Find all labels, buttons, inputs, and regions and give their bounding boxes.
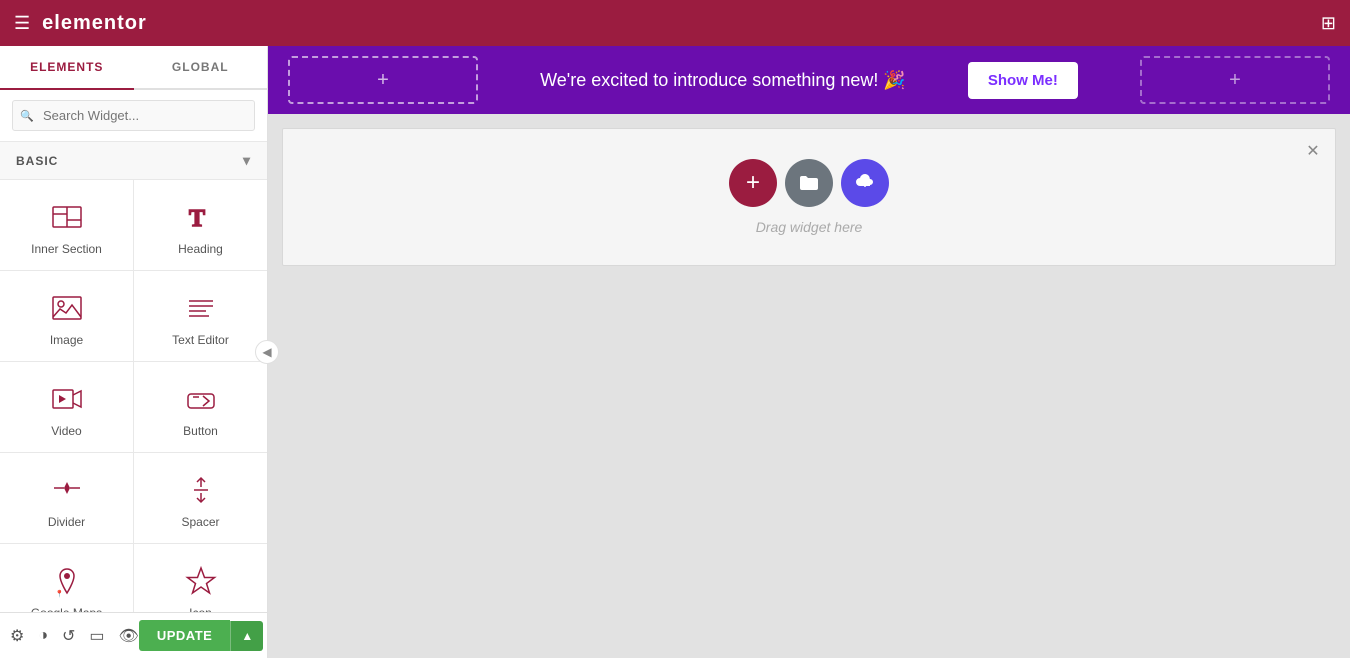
collapse-sidebar-button[interactable]: ◀: [255, 340, 279, 364]
main-layout: ELEMENTS GLOBAL BASIC ▾ In: [0, 46, 1350, 658]
section-label: BASIC: [16, 154, 58, 168]
widget-label-heading: Heading: [178, 242, 223, 256]
hamburger-icon[interactable]: ☰: [14, 13, 30, 34]
widget-label-inner-section: Inner Section: [31, 242, 102, 256]
cloud-icon: [854, 172, 876, 194]
google-maps-icon: 📍: [50, 564, 84, 598]
icon-widget-icon: [184, 564, 218, 598]
widget-button[interactable]: Button: [134, 362, 267, 452]
widget-google-maps[interactable]: 📍 Google Maps: [0, 544, 133, 612]
history-icon[interactable]: ↺: [62, 626, 75, 646]
grid-icon[interactable]: ⊞: [1321, 13, 1336, 34]
responsive-icon[interactable]: ▭: [89, 626, 104, 646]
widget-label-video: Video: [51, 424, 81, 438]
video-icon: [50, 382, 84, 416]
widget-spacer[interactable]: Spacer: [134, 453, 267, 543]
add-widget-button[interactable]: +: [729, 159, 777, 207]
button-icon: [184, 382, 218, 416]
drop-zone-section: ✕ + Dr: [282, 128, 1336, 266]
layers-icon[interactable]: ◑: [38, 627, 48, 645]
widget-text-editor[interactable]: Text Editor: [134, 271, 267, 361]
widget-heading[interactable]: T Heading: [134, 180, 267, 270]
section-header-basic: BASIC ▾: [0, 142, 267, 180]
sidebar: ELEMENTS GLOBAL BASIC ▾ In: [0, 46, 268, 658]
top-bar-left: ☰ elementor: [14, 12, 147, 35]
show-me-button[interactable]: Show Me!: [968, 62, 1078, 99]
drag-widget-text: Drag widget here: [756, 219, 863, 235]
notification-bar: + We're excited to introduce something n…: [268, 46, 1350, 114]
close-section-button[interactable]: ✕: [1301, 139, 1325, 163]
search-wrapper: [12, 100, 255, 131]
sidebar-tabs: ELEMENTS GLOBAL: [0, 46, 267, 90]
widget-video[interactable]: Video: [0, 362, 133, 452]
top-bar: ☰ elementor ⊞: [0, 0, 1350, 46]
tab-global[interactable]: GLOBAL: [134, 46, 268, 88]
settings-icon[interactable]: ⚙: [10, 626, 24, 646]
svg-text:📍: 📍: [55, 589, 64, 598]
widget-icon[interactable]: Icon: [134, 544, 267, 612]
notif-add-right-button[interactable]: +: [1140, 56, 1330, 104]
widget-label-image: Image: [50, 333, 83, 347]
elementor-logo: elementor: [42, 12, 147, 35]
sidebar-search-container: [0, 90, 267, 142]
spacer-icon: [184, 473, 218, 507]
widget-label-divider: Divider: [48, 515, 85, 529]
folder-icon: [798, 172, 820, 194]
preview-icon[interactable]: 👁: [119, 626, 139, 646]
notification-text: We're excited to introduce something new…: [540, 70, 906, 91]
bottom-toolbar: ⚙ ◑ ↺ ▭ 👁 UPDATE ▲: [0, 612, 267, 658]
svg-text:T: T: [189, 206, 205, 232]
widget-grid: Inner Section T Heading Image: [0, 180, 267, 612]
text-editor-icon: [184, 291, 218, 325]
divider-icon: [50, 473, 84, 507]
update-button[interactable]: UPDATE: [139, 620, 230, 651]
widget-inner-section[interactable]: Inner Section: [0, 180, 133, 270]
inner-section-icon: [50, 200, 84, 234]
toolbar-icons: ⚙ ◑ ↺ ▭ 👁: [10, 626, 139, 646]
chevron-down-icon[interactable]: ▾: [243, 152, 251, 169]
tab-elements[interactable]: ELEMENTS: [0, 46, 134, 90]
widget-action-buttons: +: [729, 159, 889, 207]
folder-button[interactable]: [785, 159, 833, 207]
widget-label-spacer: Spacer: [181, 515, 219, 529]
update-arrow-button[interactable]: ▲: [230, 621, 263, 651]
content-area: + We're excited to introduce something n…: [268, 46, 1350, 658]
cloud-button[interactable]: [841, 159, 889, 207]
widget-divider[interactable]: Divider: [0, 453, 133, 543]
widget-label-button: Button: [183, 424, 218, 438]
heading-icon: T: [184, 200, 218, 234]
notif-add-left-button[interactable]: +: [288, 56, 478, 104]
widget-label-text-editor: Text Editor: [172, 333, 229, 347]
widget-image[interactable]: Image: [0, 271, 133, 361]
image-icon: [50, 291, 84, 325]
search-input[interactable]: [12, 100, 255, 131]
update-btn-group: UPDATE ▲: [139, 620, 263, 651]
canvas-area: ✕ + Dr: [268, 114, 1350, 658]
